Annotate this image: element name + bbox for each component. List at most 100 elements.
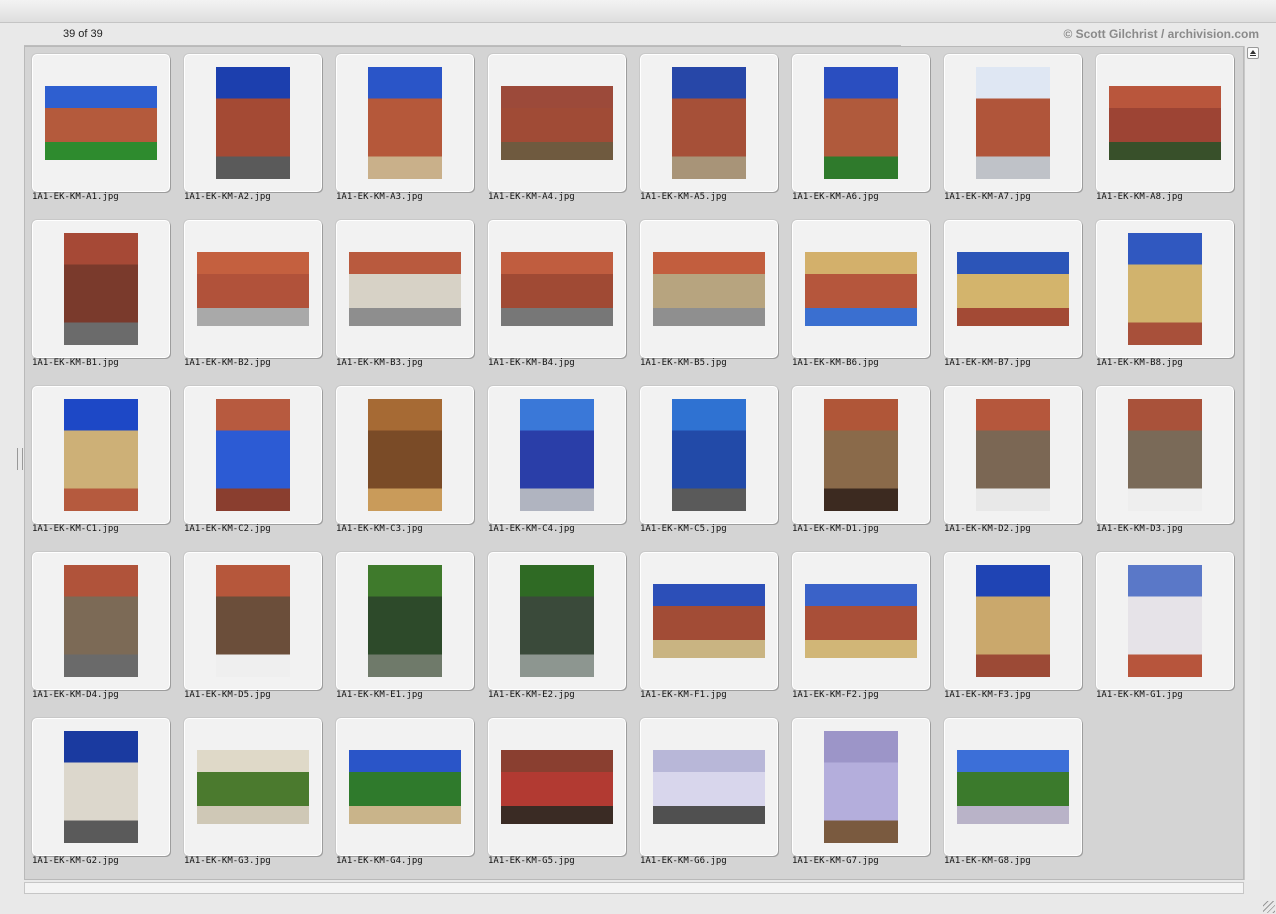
thumbnail-item[interactable]: 1A1-EK-KM-F2.jpg (785, 545, 935, 711)
slide-mount[interactable] (792, 718, 930, 856)
thumbnail-item[interactable]: 1A1-EK-KM-C4.jpg (481, 379, 631, 545)
thumbnail-item[interactable]: 1A1-EK-KM-D3.jpg (1089, 379, 1239, 545)
photo-thumbnail-image[interactable] (976, 565, 1050, 677)
thumbnail-item[interactable]: 1A1-EK-KM-E2.jpg (481, 545, 631, 711)
photo-thumbnail-image[interactable] (216, 565, 290, 677)
thumbnail-item[interactable]: 1A1-EK-KM-C5.jpg (633, 379, 783, 545)
slide-mount[interactable] (184, 718, 322, 856)
photo-thumbnail-image[interactable] (64, 565, 138, 677)
slide-mount[interactable] (944, 220, 1082, 358)
thumbnail-item[interactable]: 1A1-EK-KM-C1.jpg (25, 379, 175, 545)
slide-mount[interactable] (792, 54, 930, 192)
slide-mount[interactable] (336, 386, 474, 524)
slide-mount[interactable] (944, 552, 1082, 690)
photo-thumbnail-image[interactable] (216, 399, 290, 511)
thumbnail-item[interactable]: 1A1-EK-KM-D1.jpg (785, 379, 935, 545)
photo-thumbnail-image[interactable] (216, 67, 290, 179)
slide-mount[interactable] (32, 54, 170, 192)
photo-thumbnail-image[interactable] (672, 399, 746, 511)
photo-thumbnail-image[interactable] (368, 67, 442, 179)
photo-thumbnail-image[interactable] (501, 86, 613, 160)
thumbnail-item[interactable]: 1A1-EK-KM-B2.jpg (177, 213, 327, 379)
slide-mount[interactable] (184, 220, 322, 358)
slide-mount[interactable] (184, 386, 322, 524)
slide-mount[interactable] (944, 386, 1082, 524)
slide-mount[interactable] (336, 54, 474, 192)
panel-resize-grip[interactable] (17, 448, 23, 470)
thumbnail-item[interactable]: 1A1-EK-KM-B5.jpg (633, 213, 783, 379)
slide-mount[interactable] (32, 220, 170, 358)
photo-thumbnail-image[interactable] (1128, 233, 1202, 345)
slide-mount[interactable] (488, 54, 626, 192)
photo-thumbnail-image[interactable] (1109, 86, 1221, 160)
photo-thumbnail-image[interactable] (197, 252, 309, 326)
photo-thumbnail-image[interactable] (349, 750, 461, 824)
slide-mount[interactable] (488, 718, 626, 856)
photo-thumbnail-image[interactable] (197, 750, 309, 824)
thumbnail-item[interactable]: 1A1-EK-KM-G7.jpg (785, 711, 935, 877)
photo-thumbnail-image[interactable] (824, 399, 898, 511)
slide-mount[interactable] (336, 718, 474, 856)
vertical-scrollbar[interactable] (1244, 46, 1260, 880)
photo-thumbnail-image[interactable] (1128, 565, 1202, 677)
photo-thumbnail-image[interactable] (501, 750, 613, 824)
photo-thumbnail-image[interactable] (824, 67, 898, 179)
thumbnail-item[interactable]: 1A1-EK-KM-A1.jpg (25, 47, 175, 213)
slide-mount[interactable] (1096, 552, 1234, 690)
thumbnail-item[interactable]: 1A1-EK-KM-D2.jpg (937, 379, 1087, 545)
photo-thumbnail-image[interactable] (957, 750, 1069, 824)
slide-mount[interactable] (488, 552, 626, 690)
thumbnail-item[interactable]: 1A1-EK-KM-B6.jpg (785, 213, 935, 379)
photo-thumbnail-image[interactable] (976, 399, 1050, 511)
slide-mount[interactable] (32, 718, 170, 856)
thumbnail-item[interactable]: 1A1-EK-KM-G4.jpg (329, 711, 479, 877)
thumbnail-item[interactable]: 1A1-EK-KM-A2.jpg (177, 47, 327, 213)
thumbnail-item[interactable]: 1A1-EK-KM-C3.jpg (329, 379, 479, 545)
photo-thumbnail-image[interactable] (501, 252, 613, 326)
slide-mount[interactable] (32, 552, 170, 690)
slide-mount[interactable] (792, 220, 930, 358)
thumbnail-item[interactable]: 1A1-EK-KM-A3.jpg (329, 47, 479, 213)
photo-thumbnail-image[interactable] (64, 731, 138, 843)
photo-thumbnail-image[interactable] (805, 584, 917, 658)
thumbnail-item[interactable]: 1A1-EK-KM-A8.jpg (1089, 47, 1239, 213)
slide-mount[interactable] (640, 220, 778, 358)
photo-thumbnail-image[interactable] (1128, 399, 1202, 511)
thumbnail-item[interactable]: 1A1-EK-KM-G8.jpg (937, 711, 1087, 877)
thumbnail-item[interactable]: 1A1-EK-KM-A5.jpg (633, 47, 783, 213)
thumbnail-item[interactable]: 1A1-EK-KM-D4.jpg (25, 545, 175, 711)
thumbnail-item[interactable]: 1A1-EK-KM-C2.jpg (177, 379, 327, 545)
photo-thumbnail-image[interactable] (672, 67, 746, 179)
thumbnail-item[interactable]: 1A1-EK-KM-B8.jpg (1089, 213, 1239, 379)
thumbnail-item[interactable]: 1A1-EK-KM-B1.jpg (25, 213, 175, 379)
photo-thumbnail-image[interactable] (64, 399, 138, 511)
photo-thumbnail-image[interactable] (957, 252, 1069, 326)
photo-thumbnail-image[interactable] (349, 252, 461, 326)
slide-mount[interactable] (184, 552, 322, 690)
thumbnail-item[interactable]: 1A1-EK-KM-B3.jpg (329, 213, 479, 379)
slide-mount[interactable] (1096, 54, 1234, 192)
slide-mount[interactable] (640, 718, 778, 856)
thumbnail-item[interactable]: 1A1-EK-KM-F1.jpg (633, 545, 783, 711)
horizontal-scrollbar[interactable] (24, 882, 1244, 894)
slide-mount[interactable] (792, 386, 930, 524)
slide-mount[interactable] (1096, 386, 1234, 524)
photo-thumbnail-image[interactable] (653, 584, 765, 658)
slide-mount[interactable] (640, 386, 778, 524)
photo-thumbnail-image[interactable] (805, 252, 917, 326)
photo-thumbnail-image[interactable] (520, 399, 594, 511)
slide-mount[interactable] (792, 552, 930, 690)
thumbnail-item[interactable]: 1A1-EK-KM-A4.jpg (481, 47, 631, 213)
slide-mount[interactable] (944, 54, 1082, 192)
thumbnail-item[interactable]: 1A1-EK-KM-G2.jpg (25, 711, 175, 877)
slide-mount[interactable] (336, 220, 474, 358)
photo-thumbnail-image[interactable] (368, 565, 442, 677)
thumbnail-item[interactable]: 1A1-EK-KM-F3.jpg (937, 545, 1087, 711)
thumbnail-item[interactable]: 1A1-EK-KM-D5.jpg (177, 545, 327, 711)
photo-thumbnail-image[interactable] (64, 233, 138, 345)
photo-thumbnail-image[interactable] (368, 399, 442, 511)
slide-mount[interactable] (1096, 220, 1234, 358)
slide-mount[interactable] (32, 386, 170, 524)
thumbnail-item[interactable]: 1A1-EK-KM-B7.jpg (937, 213, 1087, 379)
scroll-top-button[interactable] (1247, 47, 1259, 59)
